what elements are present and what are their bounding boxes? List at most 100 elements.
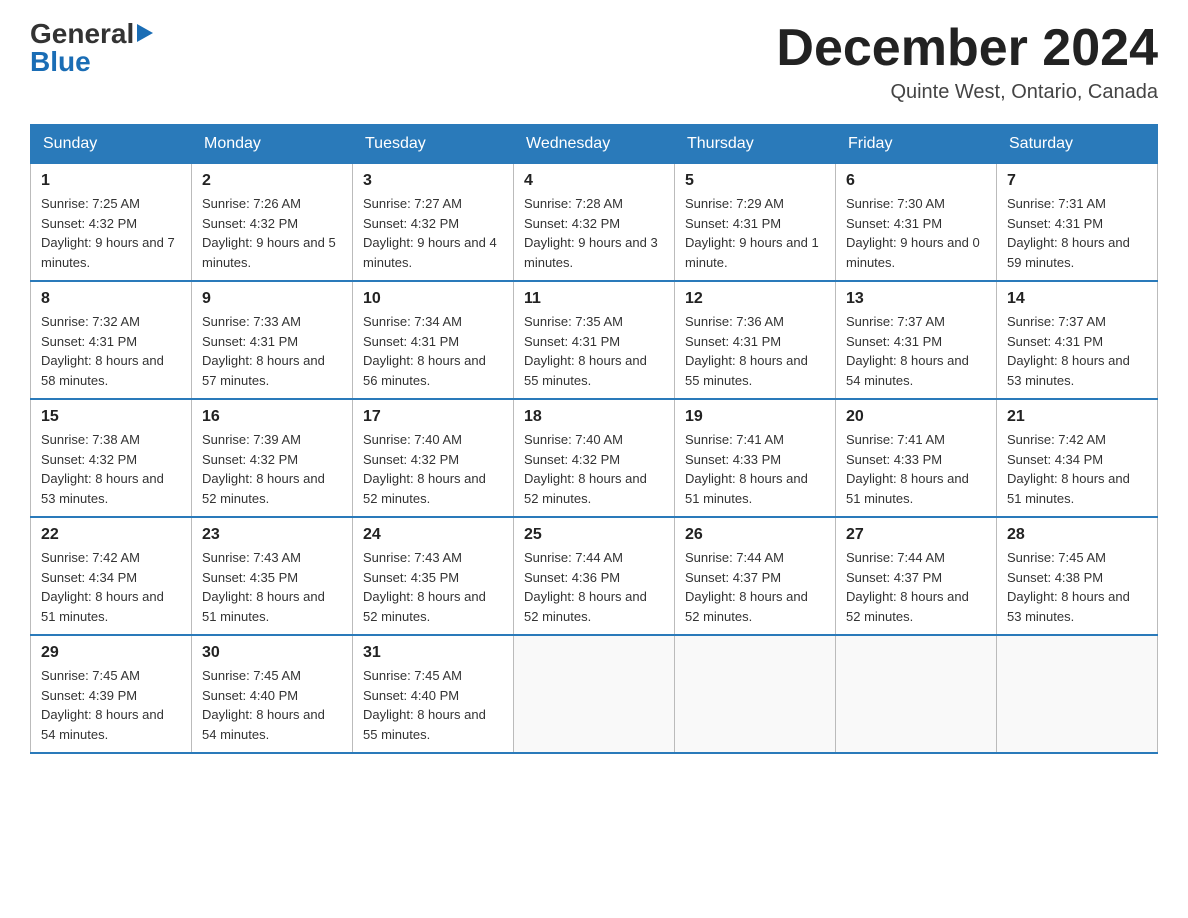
- day-info: Sunrise: 7:43 AM Sunset: 4:35 PM Dayligh…: [363, 548, 503, 626]
- day-info: Sunrise: 7:44 AM Sunset: 4:37 PM Dayligh…: [846, 548, 986, 626]
- day-info: Sunrise: 7:27 AM Sunset: 4:32 PM Dayligh…: [363, 194, 503, 272]
- col-saturday: Saturday: [997, 125, 1158, 164]
- col-sunday: Sunday: [31, 125, 192, 164]
- day-number: 30: [202, 644, 342, 662]
- day-number: 8: [41, 290, 181, 308]
- logo-triangle-icon: [137, 24, 153, 42]
- day-info: Sunrise: 7:45 AM Sunset: 4:40 PM Dayligh…: [202, 666, 342, 744]
- calendar-cell: 3 Sunrise: 7:27 AM Sunset: 4:32 PM Dayli…: [353, 164, 514, 282]
- day-number: 13: [846, 290, 986, 308]
- day-info: Sunrise: 7:34 AM Sunset: 4:31 PM Dayligh…: [363, 312, 503, 390]
- calendar-cell: 8 Sunrise: 7:32 AM Sunset: 4:31 PM Dayli…: [31, 281, 192, 399]
- day-info: Sunrise: 7:31 AM Sunset: 4:31 PM Dayligh…: [1007, 194, 1147, 272]
- day-info: Sunrise: 7:45 AM Sunset: 4:38 PM Dayligh…: [1007, 548, 1147, 626]
- calendar-week-2: 8 Sunrise: 7:32 AM Sunset: 4:31 PM Dayli…: [31, 281, 1158, 399]
- calendar-cell: 1 Sunrise: 7:25 AM Sunset: 4:32 PM Dayli…: [31, 164, 192, 282]
- day-info: Sunrise: 7:37 AM Sunset: 4:31 PM Dayligh…: [1007, 312, 1147, 390]
- day-number: 17: [363, 408, 503, 426]
- calendar-cell: 11 Sunrise: 7:35 AM Sunset: 4:31 PM Dayl…: [514, 281, 675, 399]
- calendar-cell: 2 Sunrise: 7:26 AM Sunset: 4:32 PM Dayli…: [192, 164, 353, 282]
- day-number: 2: [202, 172, 342, 190]
- calendar-cell: 24 Sunrise: 7:43 AM Sunset: 4:35 PM Dayl…: [353, 517, 514, 635]
- day-number: 27: [846, 526, 986, 544]
- calendar-subtitle: Quinte West, Ontario, Canada: [776, 81, 1158, 104]
- day-info: Sunrise: 7:41 AM Sunset: 4:33 PM Dayligh…: [846, 430, 986, 508]
- day-number: 26: [685, 526, 825, 544]
- day-info: Sunrise: 7:32 AM Sunset: 4:31 PM Dayligh…: [41, 312, 181, 390]
- day-number: 14: [1007, 290, 1147, 308]
- calendar-cell: 7 Sunrise: 7:31 AM Sunset: 4:31 PM Dayli…: [997, 164, 1158, 282]
- day-number: 11: [524, 290, 664, 308]
- day-info: Sunrise: 7:39 AM Sunset: 4:32 PM Dayligh…: [202, 430, 342, 508]
- calendar-cell: 10 Sunrise: 7:34 AM Sunset: 4:31 PM Dayl…: [353, 281, 514, 399]
- day-number: 29: [41, 644, 181, 662]
- logo-blue-text: Blue: [30, 48, 91, 76]
- calendar-cell: 20 Sunrise: 7:41 AM Sunset: 4:33 PM Dayl…: [836, 399, 997, 517]
- calendar-body: 1 Sunrise: 7:25 AM Sunset: 4:32 PM Dayli…: [31, 164, 1158, 754]
- day-info: Sunrise: 7:33 AM Sunset: 4:31 PM Dayligh…: [202, 312, 342, 390]
- calendar-week-3: 15 Sunrise: 7:38 AM Sunset: 4:32 PM Dayl…: [31, 399, 1158, 517]
- day-number: 15: [41, 408, 181, 426]
- day-number: 5: [685, 172, 825, 190]
- calendar-week-5: 29 Sunrise: 7:45 AM Sunset: 4:39 PM Dayl…: [31, 635, 1158, 753]
- calendar-cell: 4 Sunrise: 7:28 AM Sunset: 4:32 PM Dayli…: [514, 164, 675, 282]
- calendar-cell: 29 Sunrise: 7:45 AM Sunset: 4:39 PM Dayl…: [31, 635, 192, 753]
- calendar-cell: 13 Sunrise: 7:37 AM Sunset: 4:31 PM Dayl…: [836, 281, 997, 399]
- day-number: 31: [363, 644, 503, 662]
- calendar-week-4: 22 Sunrise: 7:42 AM Sunset: 4:34 PM Dayl…: [31, 517, 1158, 635]
- calendar-cell: 27 Sunrise: 7:44 AM Sunset: 4:37 PM Dayl…: [836, 517, 997, 635]
- calendar-cell: 15 Sunrise: 7:38 AM Sunset: 4:32 PM Dayl…: [31, 399, 192, 517]
- day-number: 24: [363, 526, 503, 544]
- day-info: Sunrise: 7:45 AM Sunset: 4:39 PM Dayligh…: [41, 666, 181, 744]
- calendar-cell: [836, 635, 997, 753]
- calendar-cell: [514, 635, 675, 753]
- calendar-cell: 14 Sunrise: 7:37 AM Sunset: 4:31 PM Dayl…: [997, 281, 1158, 399]
- day-number: 6: [846, 172, 986, 190]
- day-number: 20: [846, 408, 986, 426]
- calendar-cell: 21 Sunrise: 7:42 AM Sunset: 4:34 PM Dayl…: [997, 399, 1158, 517]
- day-number: 4: [524, 172, 664, 190]
- day-info: Sunrise: 7:25 AM Sunset: 4:32 PM Dayligh…: [41, 194, 181, 272]
- day-info: Sunrise: 7:30 AM Sunset: 4:31 PM Dayligh…: [846, 194, 986, 272]
- day-number: 23: [202, 526, 342, 544]
- calendar-cell: 19 Sunrise: 7:41 AM Sunset: 4:33 PM Dayl…: [675, 399, 836, 517]
- day-info: Sunrise: 7:42 AM Sunset: 4:34 PM Dayligh…: [41, 548, 181, 626]
- day-info: Sunrise: 7:44 AM Sunset: 4:36 PM Dayligh…: [524, 548, 664, 626]
- logo: General Blue: [30, 20, 153, 76]
- calendar-cell: 26 Sunrise: 7:44 AM Sunset: 4:37 PM Dayl…: [675, 517, 836, 635]
- day-number: 19: [685, 408, 825, 426]
- day-number: 28: [1007, 526, 1147, 544]
- day-number: 7: [1007, 172, 1147, 190]
- calendar-header: Sunday Monday Tuesday Wednesday Thursday…: [31, 125, 1158, 164]
- calendar-title: December 2024: [776, 20, 1158, 77]
- day-info: Sunrise: 7:42 AM Sunset: 4:34 PM Dayligh…: [1007, 430, 1147, 508]
- day-info: Sunrise: 7:45 AM Sunset: 4:40 PM Dayligh…: [363, 666, 503, 744]
- calendar-cell: 22 Sunrise: 7:42 AM Sunset: 4:34 PM Dayl…: [31, 517, 192, 635]
- logo-general-text: General: [30, 20, 134, 48]
- day-number: 18: [524, 408, 664, 426]
- col-friday: Friday: [836, 125, 997, 164]
- day-number: 22: [41, 526, 181, 544]
- calendar-week-1: 1 Sunrise: 7:25 AM Sunset: 4:32 PM Dayli…: [31, 164, 1158, 282]
- calendar-cell: [675, 635, 836, 753]
- day-info: Sunrise: 7:36 AM Sunset: 4:31 PM Dayligh…: [685, 312, 825, 390]
- calendar-cell: 23 Sunrise: 7:43 AM Sunset: 4:35 PM Dayl…: [192, 517, 353, 635]
- day-info: Sunrise: 7:37 AM Sunset: 4:31 PM Dayligh…: [846, 312, 986, 390]
- calendar-cell: 31 Sunrise: 7:45 AM Sunset: 4:40 PM Dayl…: [353, 635, 514, 753]
- day-info: Sunrise: 7:40 AM Sunset: 4:32 PM Dayligh…: [524, 430, 664, 508]
- calendar-cell: 5 Sunrise: 7:29 AM Sunset: 4:31 PM Dayli…: [675, 164, 836, 282]
- col-thursday: Thursday: [675, 125, 836, 164]
- calendar-cell: 30 Sunrise: 7:45 AM Sunset: 4:40 PM Dayl…: [192, 635, 353, 753]
- day-info: Sunrise: 7:44 AM Sunset: 4:37 PM Dayligh…: [685, 548, 825, 626]
- calendar-cell: 17 Sunrise: 7:40 AM Sunset: 4:32 PM Dayl…: [353, 399, 514, 517]
- day-info: Sunrise: 7:40 AM Sunset: 4:32 PM Dayligh…: [363, 430, 503, 508]
- day-number: 1: [41, 172, 181, 190]
- day-info: Sunrise: 7:28 AM Sunset: 4:32 PM Dayligh…: [524, 194, 664, 272]
- day-info: Sunrise: 7:35 AM Sunset: 4:31 PM Dayligh…: [524, 312, 664, 390]
- calendar-cell: 12 Sunrise: 7:36 AM Sunset: 4:31 PM Dayl…: [675, 281, 836, 399]
- calendar-table: Sunday Monday Tuesday Wednesday Thursday…: [30, 124, 1158, 754]
- day-number: 3: [363, 172, 503, 190]
- calendar-cell: 16 Sunrise: 7:39 AM Sunset: 4:32 PM Dayl…: [192, 399, 353, 517]
- calendar-cell: 18 Sunrise: 7:40 AM Sunset: 4:32 PM Dayl…: [514, 399, 675, 517]
- day-info: Sunrise: 7:29 AM Sunset: 4:31 PM Dayligh…: [685, 194, 825, 272]
